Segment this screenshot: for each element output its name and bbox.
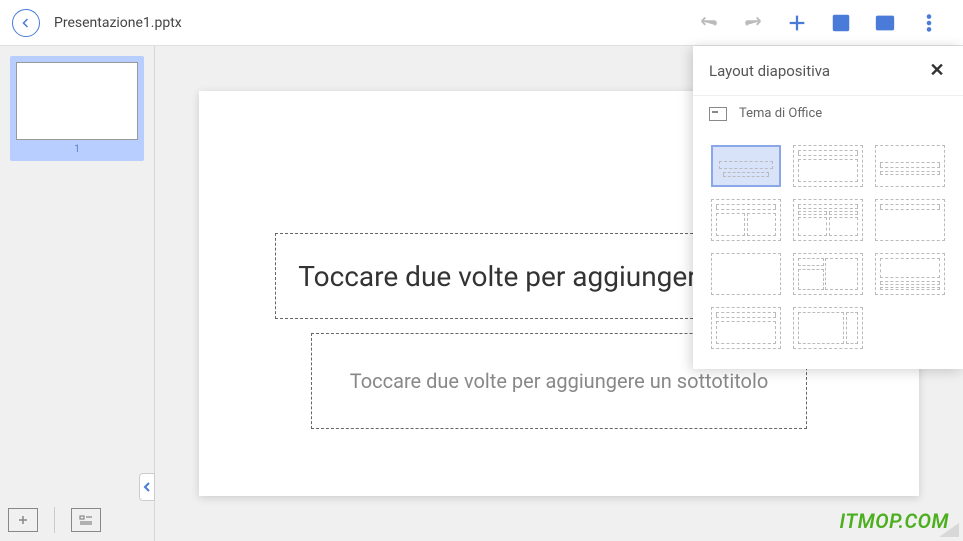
layout-vertical-text[interactable] [711,307,781,349]
watermark: ITMOP.COM [840,509,949,533]
layout-section-header[interactable] [875,145,945,187]
panel-header: Layout diapositiva ✕ [693,46,963,95]
layout-title-content[interactable] [793,145,863,187]
divider [54,507,55,533]
redo-button[interactable] [731,1,775,45]
slide-thumbnail-selected[interactable]: 1 [10,56,144,161]
layout-picture-caption[interactable] [875,253,945,295]
theme-icon [709,107,727,121]
slide-thumbnail [16,62,138,140]
layout-panel: Layout diapositiva ✕ Tema di Office [693,46,963,369]
edit-button[interactable] [819,1,863,45]
add-button[interactable] [775,1,819,45]
back-button[interactable] [12,9,40,37]
slide-panel: 1 [0,46,155,541]
undo-button[interactable] [687,1,731,45]
present-button[interactable] [863,1,907,45]
slide-number: 1 [16,144,138,155]
sidebar-tools [8,507,101,533]
layout-content-caption[interactable] [793,253,863,295]
layout-grid [693,131,963,369]
theme-row: Tema di Office [693,95,963,131]
filename: Presentazione1.pptx [54,15,182,31]
layout-blank[interactable] [711,253,781,295]
layout-comparison[interactable] [793,199,863,241]
menu-button[interactable] [907,1,951,45]
toolbar: Presentazione1.pptx [0,0,963,46]
layout-title-only[interactable] [875,199,945,241]
collapse-sidebar-button[interactable] [139,473,155,501]
layout-two-content[interactable] [711,199,781,241]
theme-name: Tema di Office [739,106,822,121]
outline-view-button[interactable] [71,508,101,532]
close-icon[interactable]: ✕ [927,60,947,81]
add-slide-button[interactable] [8,508,38,532]
layout-vertical-title-text[interactable] [793,307,863,349]
panel-title: Layout diapositiva [709,62,927,80]
layout-title-slide[interactable] [711,145,781,187]
